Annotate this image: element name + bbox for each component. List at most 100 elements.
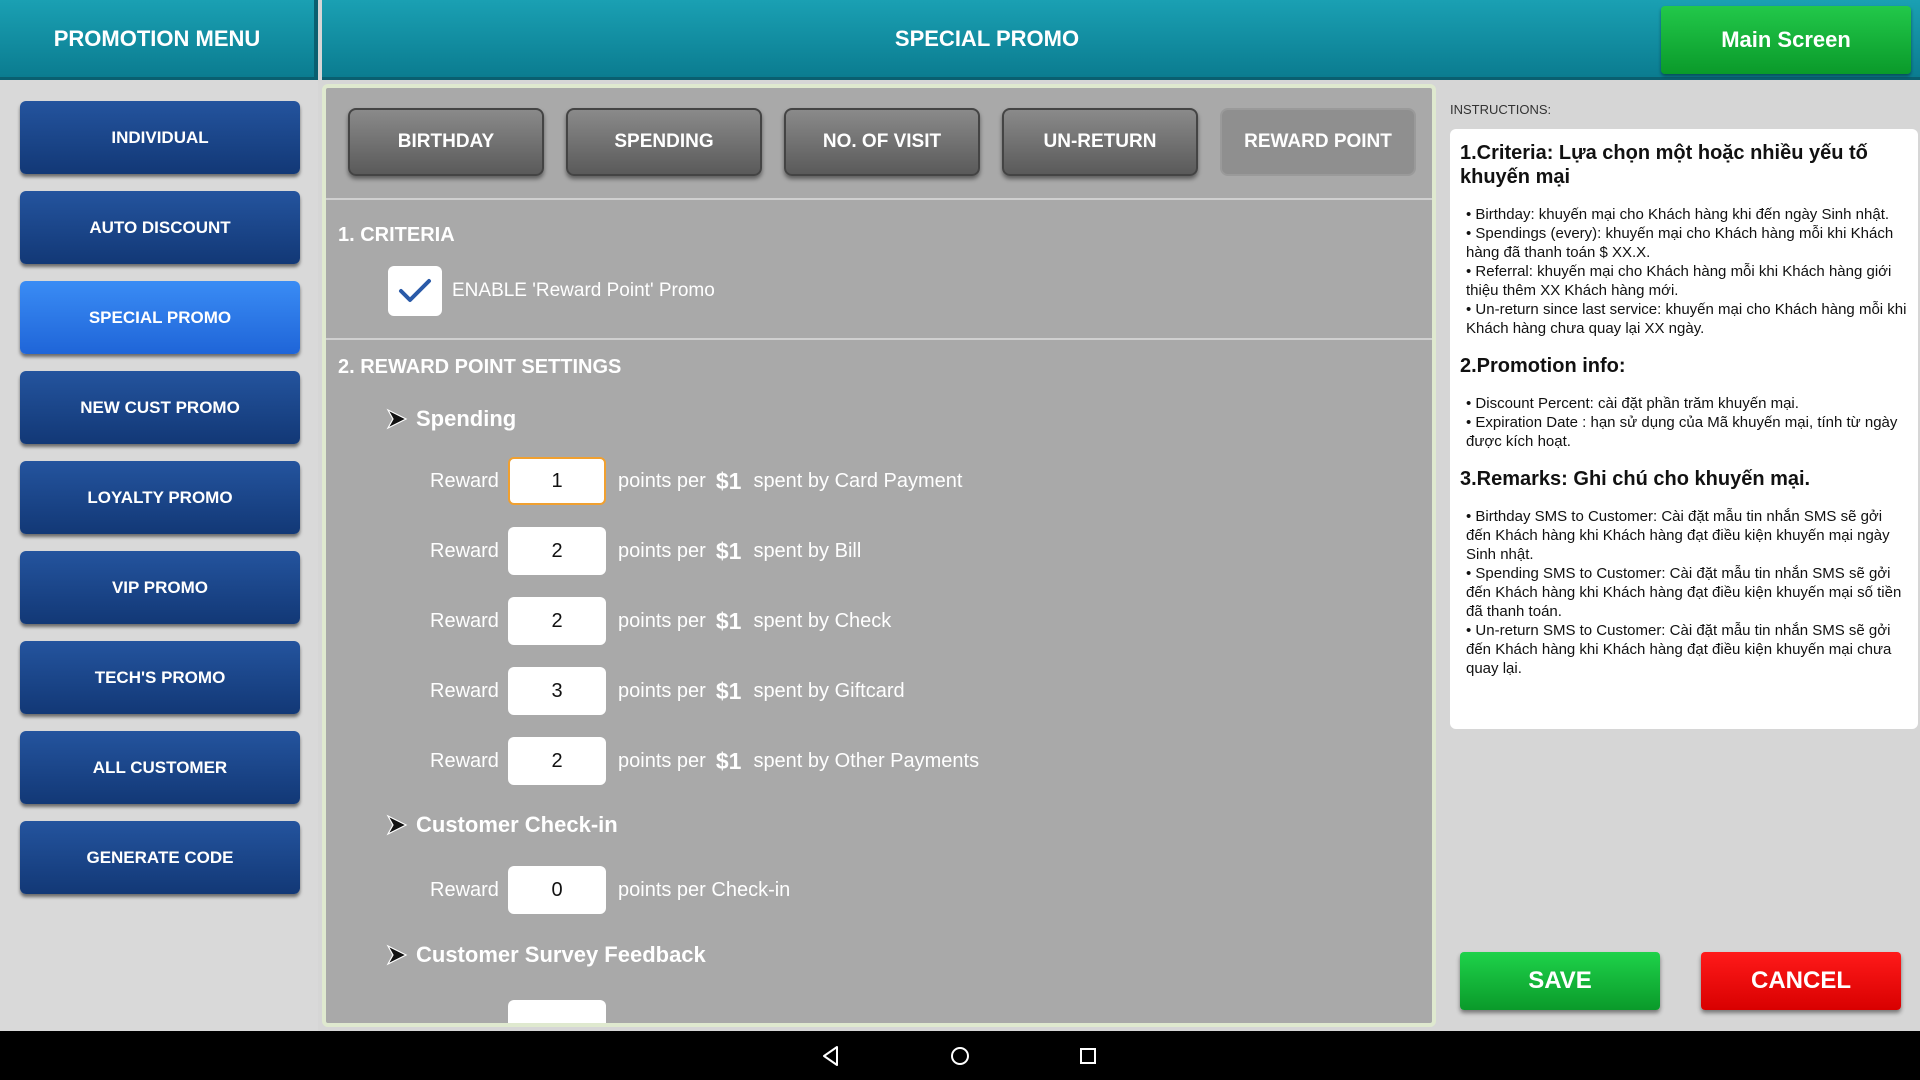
sidebar-item-vip-promo[interactable]: VIP PROMO: [20, 551, 300, 624]
tab-no-of-visit[interactable]: NO. OF VISIT: [784, 108, 980, 176]
instructions-label: INSTRUCTIONS:: [1450, 102, 1552, 117]
points-per-label: points per: [618, 469, 706, 492]
instructions-section: 1.Criteria: Lựa chọn một hoặc nhiều yếu …: [1460, 141, 1908, 338]
save-label: SAVE: [1528, 967, 1592, 994]
divider: [326, 198, 1432, 200]
survey-points-input[interactable]: [508, 1000, 606, 1023]
instructions-bullet: • Birthday: khuyến mại cho Khách hàng kh…: [1466, 206, 1890, 223]
sidebar-item-generate-code[interactable]: GENERATE CODE: [20, 821, 300, 894]
instructions-body: • Birthday: khuyến mại cho Khách hàng kh…: [1460, 205, 1908, 338]
tab-birthday[interactable]: BIRTHDAY: [348, 108, 544, 176]
sidebar-item-label: AUTO DISCOUNT: [89, 217, 231, 237]
enable-reward-point-checkbox[interactable]: [388, 266, 442, 316]
instructions-heading: 2.Promotion info:: [1460, 355, 1626, 377]
main-screen-button[interactable]: Main Screen: [1661, 6, 1911, 74]
tab-label: REWARD POINT: [1244, 131, 1392, 152]
recents-icon[interactable]: [1075, 1043, 1101, 1069]
divider: [326, 338, 1432, 340]
cancel-label: CANCEL: [1751, 967, 1851, 994]
arrow-bullet-icon: [386, 814, 408, 836]
sidebar-item-label: ALL CUSTOMER: [92, 757, 228, 777]
points-per-label: points per: [618, 539, 706, 562]
instructions-bullet: • Birthday SMS to Customer: Cài đặt mẫu …: [1466, 508, 1890, 563]
instructions-bullet: • Discount Percent: cài đặt phần trăm kh…: [1466, 395, 1799, 412]
spending-row-giftcard: Reward 3 points per $1 spent by Giftcard: [430, 667, 905, 715]
giftcard-points-input[interactable]: 3: [508, 667, 606, 715]
sidebar-item-new-cust-promo[interactable]: NEW CUST PROMO: [20, 371, 300, 444]
other-payments-points-input[interactable]: 2: [508, 737, 606, 785]
sidebar-item-label: NEW CUST PROMO: [80, 397, 240, 417]
spending-row-check: Reward 2 points per $1 spent by Check: [430, 597, 891, 645]
sidebar-item-loyalty-promo[interactable]: LOYALTY PROMO: [20, 461, 300, 534]
system-navigation-bar: [0, 1031, 1920, 1080]
tab-reward-point[interactable]: REWARD POINT: [1220, 108, 1416, 176]
spending-title: Spending: [416, 406, 517, 431]
cancel-button[interactable]: CANCEL: [1701, 952, 1901, 1010]
spent-by-label: spent by Card Payment: [753, 469, 963, 492]
checkmark-icon: [399, 279, 431, 302]
points-per-label: points per: [618, 749, 706, 772]
currency-label: $1: [715, 607, 742, 634]
tab-un-return[interactable]: UN-RETURN: [1002, 108, 1198, 176]
tab-label: UN-RETURN: [1043, 131, 1157, 152]
instructions-heading: 1.Criteria: Lựa chọn một hoặc nhiều yếu …: [1460, 142, 1868, 188]
promotion-menu-header: PROMOTION MENU: [0, 0, 318, 80]
instructions-box: 1.Criteria: Lựa chọn một hoặc nhiều yếu …: [1450, 129, 1918, 729]
spent-by-label: spent by Giftcard: [753, 679, 905, 702]
currency-label: $1: [715, 467, 742, 494]
check-points-input[interactable]: 2: [508, 597, 606, 645]
enable-reward-point-label: ENABLE 'Reward Point' Promo: [452, 280, 715, 301]
tab-label: SPENDING: [614, 131, 714, 152]
page-header: SPECIAL PROMO: [322, 0, 1652, 80]
card-payment-points-input[interactable]: 1: [508, 457, 606, 505]
back-icon[interactable]: [818, 1043, 844, 1069]
currency-label: $1: [715, 747, 742, 774]
instructions-section: 2.Promotion info: • Discount Percent: cà…: [1460, 354, 1908, 451]
instructions-bullet: • Referral: khuyến mại cho Khách hàng mỗ…: [1466, 263, 1892, 299]
sidebar-item-label: SPECIAL PROMO: [88, 307, 232, 327]
reward-label: Reward: [430, 469, 499, 492]
checkin-points-input[interactable]: 0: [508, 866, 606, 914]
save-button[interactable]: SAVE: [1460, 952, 1660, 1010]
currency-label: $1: [715, 537, 742, 564]
points-per-label: points per: [618, 679, 706, 702]
currency-label: $1: [715, 677, 742, 704]
instructions-bullet: • Un-return since last service: khuyến m…: [1466, 301, 1907, 337]
sidebar-item-individual[interactable]: INDIVIDUAL: [20, 101, 300, 174]
page-title: SPECIAL PROMO: [894, 25, 1080, 51]
instructions-section: 3.Remarks: Ghi chú cho khuyến mại. • Bir…: [1460, 467, 1908, 678]
reward-label: Reward: [430, 749, 499, 772]
survey-title: Customer Survey Feedback: [416, 942, 706, 967]
reward-label: Reward: [430, 679, 499, 702]
sidebar-item-techs-promo[interactable]: TECH'S PROMO: [20, 641, 300, 714]
sidebar-item-label: TECH'S PROMO: [94, 667, 226, 687]
spending-subtitle: Spending: [386, 406, 516, 432]
home-icon[interactable]: [947, 1043, 973, 1069]
checkin-row: Reward 0 points per Check-in: [430, 866, 790, 914]
instructions-body: • Discount Percent: cài đặt phần trăm kh…: [1460, 394, 1908, 451]
tab-label: NO. OF VISIT: [822, 131, 942, 152]
survey-subtitle: Customer Survey Feedback: [386, 942, 706, 968]
tab-label: BIRTHDAY: [397, 131, 495, 152]
instructions-panel: INSTRUCTIONS: 1.Criteria: Lựa chọn một h…: [1440, 80, 1920, 1031]
sidebar-item-special-promo[interactable]: SPECIAL PROMO: [20, 281, 300, 354]
reward-label: Reward: [430, 878, 499, 901]
instructions-body: • Birthday SMS to Customer: Cài đặt mẫu …: [1460, 507, 1908, 678]
instructions-heading: 3.Remarks: Ghi chú cho khuyến mại.: [1460, 468, 1811, 490]
reward-label: Reward: [430, 609, 499, 632]
instructions-bullet: • Spending SMS to Customer: Cài đặt mẫu …: [1466, 565, 1902, 620]
sidebar: INDIVIDUAL AUTO DISCOUNT SPECIAL PROMO N…: [0, 80, 318, 1031]
spending-row-bill: Reward 2 points per $1 spent by Bill: [430, 527, 861, 575]
reward-label: Reward: [430, 539, 499, 562]
criteria-title: 1. CRITERIA: [338, 224, 455, 246]
sidebar-item-all-customer[interactable]: ALL CUSTOMER: [20, 731, 300, 804]
points-per-checkin-label: points per Check-in: [618, 878, 791, 901]
bill-points-input[interactable]: 2: [508, 527, 606, 575]
spent-by-label: spent by Check: [753, 609, 892, 632]
instructions-bullet: • Spendings (every): khuyến mại cho Khác…: [1466, 225, 1894, 261]
arrow-bullet-icon: [386, 408, 408, 430]
tab-spending[interactable]: SPENDING: [566, 108, 762, 176]
points-per-label: points per: [618, 609, 706, 632]
promotion-menu-title: PROMOTION MENU: [53, 25, 261, 51]
sidebar-item-auto-discount[interactable]: AUTO DISCOUNT: [20, 191, 300, 264]
